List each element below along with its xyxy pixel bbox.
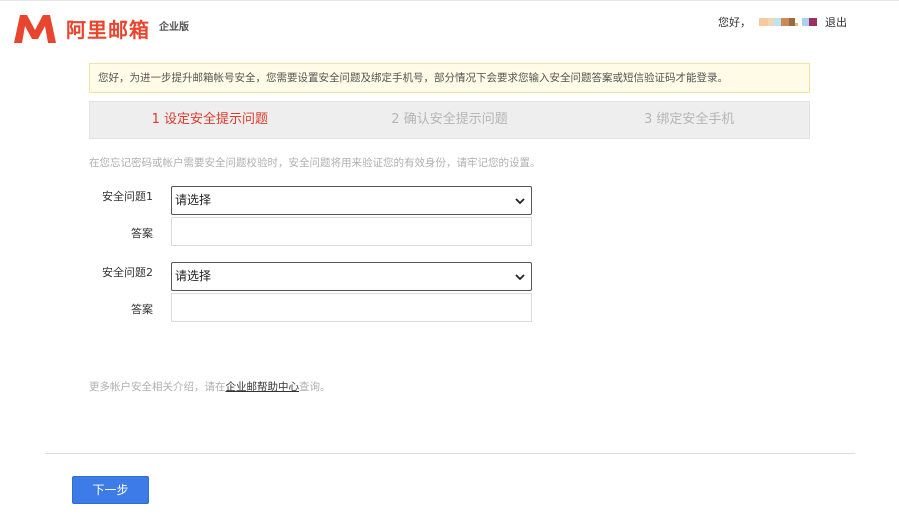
masked-name-block [795, 23, 798, 26]
help-suffix: 查询。 [299, 381, 331, 393]
question-1-label: 安全问题1 [102, 190, 153, 203]
form-description: 在您忘记密码或帐户需要安全问题校验时，安全问题将用来验证您的有效身份，请牢记您的… [89, 157, 541, 169]
question-2-row: 安全问题2 请选择 [89, 262, 532, 291]
brand-logo[interactable]: 阿里邮箱 企业版 [12, 13, 189, 45]
help-prefix: 更多帐户安全相关介绍，请在 [89, 381, 226, 393]
masked-name-block [774, 18, 781, 26]
footer-divider [45, 453, 855, 454]
answer-1-input[interactable] [171, 217, 532, 246]
masked-name-block [802, 18, 809, 26]
help-text: 更多帐户安全相关介绍，请在企业邮帮助中心查询。 [89, 379, 331, 394]
masked-username [759, 18, 817, 26]
step-indicator: 1 设定安全提示问题 2 确认安全提示问题 3 绑定安全手机 [89, 101, 810, 139]
edition-label: 企业版 [159, 22, 189, 33]
greeting-text: 您好， [718, 16, 751, 29]
question-1-row: 安全问题1 请选择 [89, 186, 532, 215]
chevron-down-icon [515, 274, 525, 281]
question-2-label: 安全问题2 [102, 266, 153, 279]
help-center-link[interactable]: 企业邮帮助中心 [226, 381, 300, 393]
answer-2-input[interactable] [171, 293, 532, 322]
chevron-down-icon [515, 198, 525, 205]
top-border [0, 0, 899, 1]
step-1: 1 设定安全提示问题 [151, 112, 269, 127]
masked-name-block [809, 18, 817, 26]
step-2: 2 确认安全提示问题 [391, 112, 508, 127]
next-step-button[interactable]: 下一步 [72, 476, 149, 504]
question-1-select[interactable]: 请选择 [171, 186, 532, 215]
question-2-value: 请选择 [175, 269, 212, 283]
logout-link[interactable]: 退出 [825, 14, 847, 30]
answer-1-label: 答案 [131, 227, 153, 240]
masked-name-block [781, 18, 789, 26]
question-1-value: 请选择 [175, 193, 212, 207]
answer-2-row: 答案 [89, 293, 532, 322]
question-2-select[interactable]: 请选择 [171, 262, 532, 291]
mail-m-logo-icon [14, 15, 56, 43]
user-bar: 您好， 退出 [718, 14, 847, 30]
masked-name-block [759, 18, 768, 26]
security-notice: 您好，为进一步提升邮箱帐号安全，您需要设置安全问题及绑定手机号，部分情况下会要求… [89, 63, 810, 93]
logo-text: 阿里邮箱 [66, 18, 150, 42]
answer-2-label: 答案 [131, 303, 153, 316]
answer-1-row: 答案 [89, 217, 532, 246]
step-3: 3 绑定安全手机 [643, 112, 735, 127]
